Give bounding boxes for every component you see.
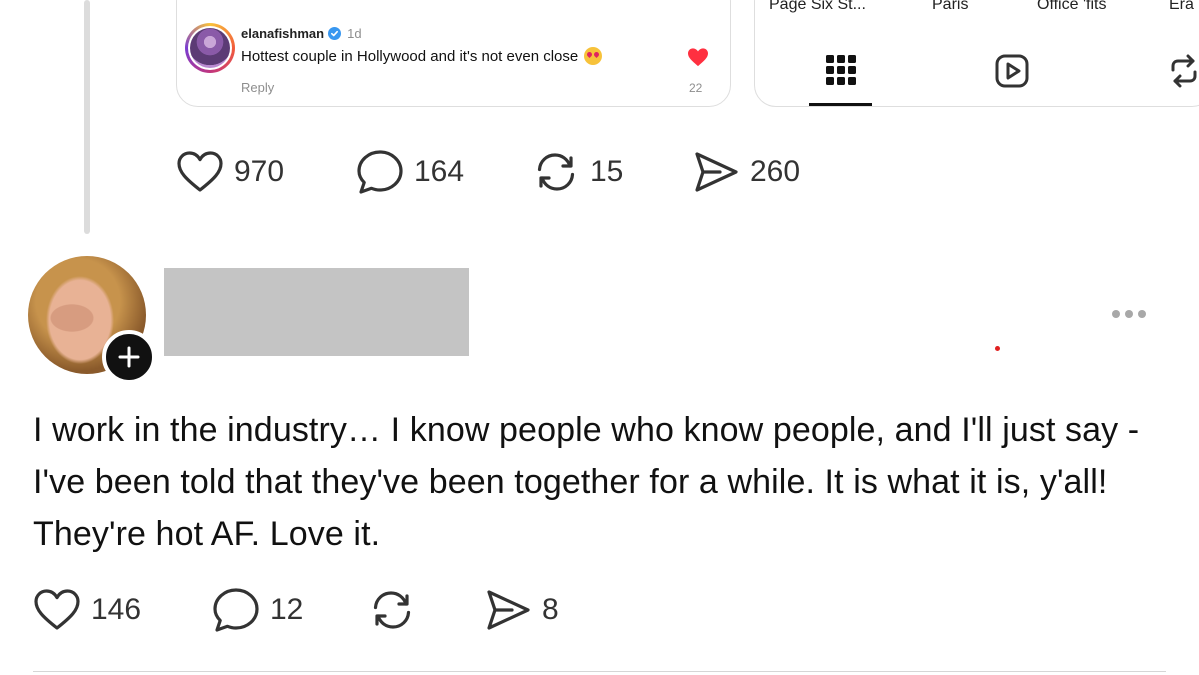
repost-icon (373, 591, 411, 629)
repost-action[interactable]: 15 (532, 148, 692, 196)
reply-post-actions: 146 12 8 (33, 586, 559, 634)
commenter-username[interactable]: elanafishman (241, 26, 324, 41)
like-action[interactable]: 970 (176, 150, 356, 194)
parent-post-actions: 970 164 15 260 (176, 148, 800, 196)
comment-bubble-icon (357, 150, 403, 194)
highlight-label[interactable]: Office 'fits (1037, 0, 1106, 14)
verified-badge-icon (328, 27, 342, 40)
comment-count: 164 (414, 155, 465, 188)
comment-like-count: 22 (689, 81, 703, 95)
repost-count: 15 (590, 155, 624, 188)
grid-icon[interactable] (825, 54, 857, 91)
share-action[interactable]: 260 (692, 150, 800, 194)
repost-icon (537, 153, 575, 191)
highlight-label[interactable]: Page Six St... (769, 0, 866, 14)
like-count: 146 (91, 593, 142, 626)
more-options-icon[interactable] (1112, 310, 1146, 318)
embedded-profile-card[interactable]: Page Six St... Paris Office 'fits Era (754, 0, 1199, 107)
share-action[interactable]: 8 (484, 588, 559, 632)
send-icon (487, 590, 530, 630)
highlight-label[interactable]: Era (1169, 0, 1194, 14)
like-count: 970 (234, 155, 285, 188)
comment-text: Hottest couple in Hollywood and it's not… (241, 47, 579, 65)
share-count: 260 (750, 155, 801, 188)
commenter-avatar[interactable] (185, 23, 235, 73)
comment-reply-button[interactable]: Reply (241, 80, 274, 95)
commenter-username-row: elanafishman 1d (241, 26, 362, 41)
follow-plus-icon[interactable] (102, 330, 156, 384)
comment-bubble-icon (213, 588, 259, 632)
red-dot-marker (995, 346, 1000, 351)
embedded-comment-card[interactable]: elanafishman 1d Hottest couple in Hollyw… (176, 0, 731, 107)
share-count: 8 (542, 593, 559, 626)
repost-action[interactable] (368, 586, 484, 634)
comment-text-row: Hottest couple in Hollywood and it's not… (241, 47, 603, 65)
reposts-icon[interactable] (1167, 54, 1199, 93)
active-tab-indicator (809, 103, 872, 106)
post-divider (33, 671, 1166, 672)
heart-eyes-emoji-icon (584, 47, 603, 65)
comment-action[interactable]: 164 (356, 149, 532, 195)
post-text: I work in the industry… I know people wh… (33, 411, 1140, 553)
redacted-username-block (164, 268, 469, 356)
comment-like-heart-icon[interactable] (687, 47, 709, 72)
comment-count: 12 (270, 593, 304, 626)
comment-action[interactable]: 12 (212, 587, 368, 633)
send-icon (695, 152, 738, 192)
like-action[interactable]: 146 (33, 588, 212, 632)
highlight-label[interactable]: Paris (932, 0, 968, 14)
thread-connector-line (84, 0, 90, 234)
comment-timestamp: 1d (347, 26, 362, 41)
heart-icon (34, 589, 80, 630)
reels-icon[interactable] (995, 54, 1029, 93)
heart-icon (177, 151, 223, 192)
